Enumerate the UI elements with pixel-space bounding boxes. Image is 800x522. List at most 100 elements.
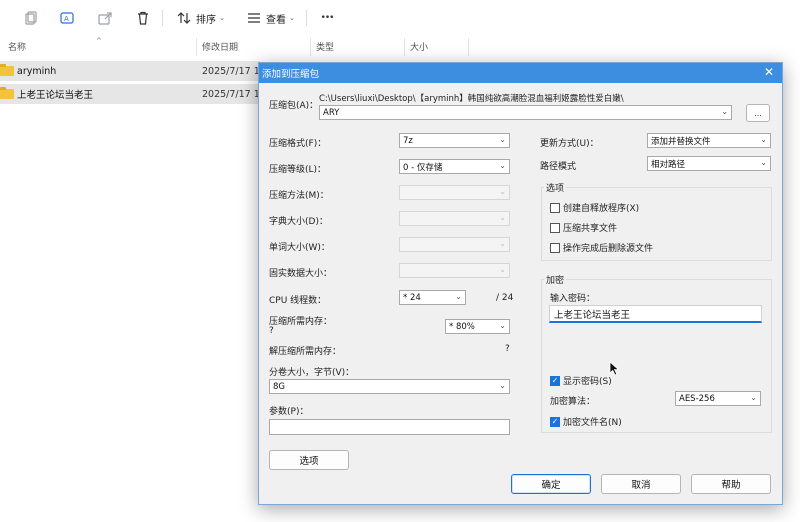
help-button[interactable]: 帮助 (691, 474, 771, 494)
cpu-value: * 24 (403, 292, 421, 303)
view-icon (248, 13, 260, 23)
file-name: aryminh (17, 65, 57, 77)
sort-ascending-icon: ^ (96, 37, 102, 45)
format-value: 7z (403, 135, 413, 146)
dict-label: 字典大小(D)： (269, 217, 328, 227)
password-label: 输入密码： (550, 294, 596, 304)
method-select: ⌄ (399, 185, 510, 200)
delete-after-label: 操作完成后删除源文件 (563, 244, 654, 254)
show-password-label: 显示密码(S) (563, 377, 612, 387)
folder-icon (0, 64, 14, 76)
enc-method-select[interactable]: AES-256 ⌄ (675, 391, 761, 406)
view-label: 查看 (266, 14, 286, 26)
update-label: 更新方式(U)： (540, 139, 599, 149)
chevron-down-icon: ⌄ (499, 213, 506, 222)
column-header-size[interactable]: 大小 (410, 40, 428, 53)
mem-comp-label: 压缩所需内存： (269, 317, 333, 327)
add-to-archive-dialog: 添加到压缩包 ✕ 压缩包(A)： C:\Users\liuxi\Desktop\… (258, 62, 783, 505)
chevron-down-icon: ⌄ (499, 161, 506, 170)
encrypt-names-checkbox[interactable]: ✓ 加密文件名(N) (550, 415, 622, 428)
path-mode-label: 路径模式 (540, 162, 577, 172)
mem-comp-unknown: ? (269, 326, 274, 336)
chevron-down-icon: ⌄ (219, 14, 225, 22)
cpu-label: CPU 线程数： (269, 296, 327, 306)
solid-label: 固实数据大小： (269, 269, 333, 279)
column-divider[interactable] (310, 38, 311, 56)
column-divider[interactable] (468, 38, 469, 56)
column-header-type[interactable]: 类型 (316, 40, 334, 53)
check-icon: ✓ (550, 375, 560, 386)
chevron-down-icon: ⌄ (721, 107, 728, 116)
format-label: 压缩格式(F)： (269, 139, 327, 149)
split-label: 分卷大小，字节(V)： (269, 368, 355, 378)
level-select[interactable]: 0 - 仅存储 ⌄ (399, 159, 510, 174)
cancel-button[interactable]: 取消 (601, 474, 681, 494)
show-password-checkbox[interactable]: ✓ 显示密码(S) (550, 374, 612, 387)
sfx-checkbox[interactable]: 创建自释放程序(X) (550, 201, 639, 214)
sort-label: 排序 (196, 14, 216, 26)
file-row[interactable]: 上老王论坛当老王 2025/7/17 1 (0, 84, 260, 104)
chevron-down-icon: ⌄ (499, 239, 506, 248)
toolbar-divider (162, 10, 163, 26)
solid-select: ⌄ (399, 263, 510, 278)
split-size-combo[interactable]: 8G ⌄ (269, 379, 510, 394)
sfx-label: 创建自释放程序(X) (563, 204, 640, 214)
mem-decomp-value: ? (505, 344, 510, 354)
chevron-down-icon: ⌄ (760, 158, 767, 167)
password-input[interactable]: 上老王论坛当老王 (549, 305, 762, 323)
shared-files-checkbox[interactable]: 压缩共享文件 (550, 221, 617, 234)
checkbox-box (550, 222, 560, 233)
encrypt-names-label: 加密文件名(N) (563, 418, 622, 428)
split-value: 8G (273, 381, 285, 392)
dialog-title: 添加到压缩包 (262, 69, 320, 80)
delete-icon[interactable] (134, 8, 152, 28)
chevron-down-icon: ⌄ (760, 135, 767, 144)
cpu-threads-select[interactable]: * 24 ⌄ (399, 290, 466, 305)
path-value: 相对路径 (651, 159, 686, 170)
column-divider[interactable] (196, 38, 197, 56)
chevron-down-icon: ⌄ (499, 265, 506, 274)
file-row[interactable]: aryminh 2025/7/17 1 (0, 61, 260, 81)
chevron-down-icon: ⌄ (499, 381, 506, 390)
copy-icon[interactable] (22, 8, 40, 28)
chevron-down-icon: ⌄ (499, 187, 506, 196)
options-button[interactable]: 选项 (269, 450, 349, 470)
archive-name-combo[interactable]: ARY ⌄ (319, 105, 732, 120)
close-icon[interactable]: ✕ (764, 65, 774, 79)
browse-button[interactable]: ... (746, 104, 770, 122)
method-label: 压缩方法(M)： (269, 191, 329, 201)
word-label: 单词大小(W)： (269, 243, 330, 253)
params-input[interactable] (269, 419, 510, 435)
enc-method-value: AES-256 (679, 393, 715, 404)
chevron-down-icon: ⌄ (289, 14, 295, 22)
column-header-date[interactable]: 修改日期 (202, 40, 238, 53)
view-button[interactable]: 查看 ⌄ (246, 8, 298, 28)
file-name: 上老王论坛当老王 (17, 90, 94, 101)
share-icon[interactable] (96, 8, 114, 28)
options-group-label: 选项 (544, 181, 567, 194)
cpu-total: / 24 (496, 293, 514, 303)
column-divider[interactable] (404, 38, 405, 56)
more-button[interactable]: ••• (316, 8, 338, 28)
toolbar-divider (306, 10, 307, 26)
file-date: 2025/7/17 1 (202, 88, 260, 100)
folder-icon (0, 87, 14, 99)
path-mode-select[interactable]: 相对路径 ⌄ (647, 156, 771, 171)
ok-button[interactable]: 确定 (511, 474, 591, 494)
archive-label: 压缩包(A)： (269, 101, 319, 111)
rename-icon[interactable]: A (58, 8, 76, 28)
dialog-titlebar[interactable]: 添加到压缩包 ✕ (259, 63, 782, 83)
column-header-name[interactable]: 名称 (8, 40, 26, 53)
mem-usage-select[interactable]: * 80% ⌄ (445, 319, 510, 334)
sort-button[interactable]: 排序 ⌄ (176, 8, 226, 28)
delete-after-checkbox[interactable]: 操作完成后删除源文件 (550, 241, 653, 254)
format-select[interactable]: 7z ⌄ (399, 133, 510, 148)
update-value: 添加并替换文件 (651, 136, 711, 147)
checkbox-box (550, 202, 560, 213)
explorer-toolbar: A 排序 ⌄ 查看 ⌄ ••• (0, 0, 800, 38)
sort-icon (177, 12, 191, 24)
enc-method-label: 加密算法： (550, 397, 596, 407)
update-mode-select[interactable]: 添加并替换文件 ⌄ (647, 133, 771, 148)
dict-select: ⌄ (399, 211, 510, 226)
level-value: 0 - 仅存储 (403, 162, 443, 173)
